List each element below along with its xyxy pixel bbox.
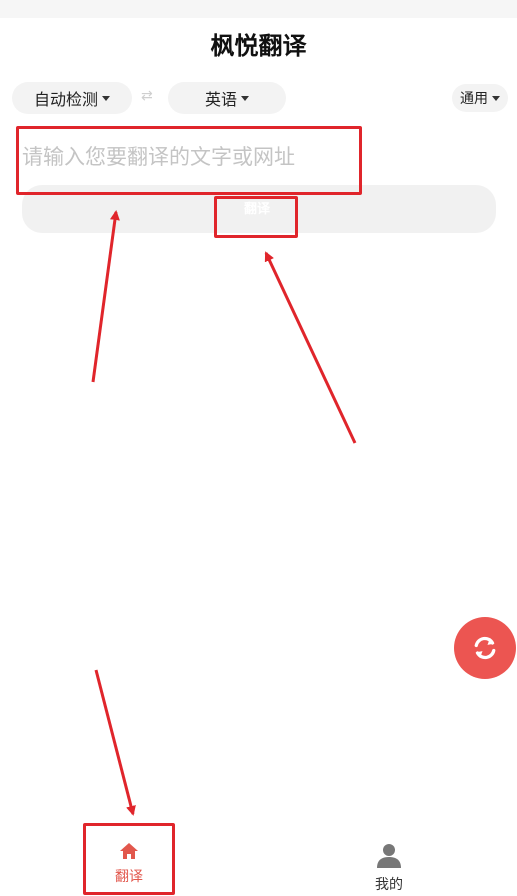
refresh-fab[interactable] [454, 617, 516, 679]
user-icon [377, 844, 401, 868]
source-language-label: 自动检测 [33, 90, 98, 109]
annotation-arrow [264, 251, 357, 444]
dropdown-caret-icon [241, 95, 249, 101]
annotation-arrow [94, 669, 136, 816]
target-language-select[interactable]: 英语 [168, 82, 286, 114]
status-bar [0, 0, 517, 18]
tab-mine[interactable]: 我的 [349, 842, 429, 894]
dropdown-caret-icon [492, 95, 500, 101]
dropdown-caret-icon [102, 95, 110, 101]
home-icon [120, 843, 138, 859]
target-language-label: 英语 [204, 90, 237, 109]
refresh-icon [474, 636, 496, 660]
tab-mine-label: 我的 [375, 877, 403, 893]
domain-label: 通用 [460, 91, 488, 107]
tab-translate[interactable]: 翻译 [89, 842, 169, 886]
swap-icon[interactable]: ⇄ [141, 88, 153, 104]
annotation-arrow [91, 210, 120, 383]
domain-select[interactable]: 通用 [452, 84, 508, 112]
source-language-select[interactable]: 自动检测 [12, 82, 132, 114]
annotation-box-input [16, 126, 362, 195]
tab-translate-label: 翻译 [115, 869, 143, 885]
annotation-box-translate [214, 196, 298, 238]
app-screen: 枫悦翻译 自动检测 ⇄ 英语 通用 请输入您要翻译的文字或网址 翻译 翻译 我的 [0, 0, 517, 896]
page-title: 枫悦翻译 [210, 32, 307, 60]
